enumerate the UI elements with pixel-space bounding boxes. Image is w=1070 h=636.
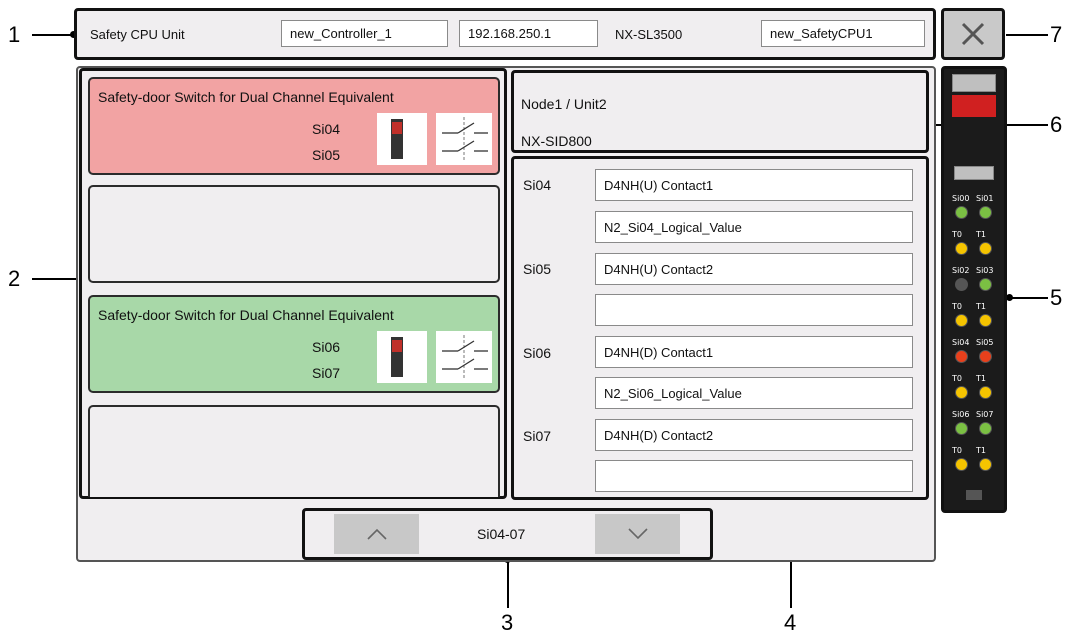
- status-led: [979, 206, 992, 219]
- status-led: [979, 350, 992, 363]
- page-up-button[interactable]: [334, 514, 419, 554]
- led-label: Si06: [952, 410, 970, 419]
- callout-1: 1: [8, 22, 21, 47]
- unit-model-label: NX-SID800: [521, 133, 592, 149]
- io-label-si06: Si06: [523, 345, 552, 361]
- ip-address-field[interactable]: 192.168.250.1: [459, 20, 598, 47]
- callout-3-line: [507, 560, 509, 608]
- cpu-model-label: NX-SL3500: [615, 27, 683, 42]
- device-card-si06-si07[interactable]: Safety-door Switch for Dual Channel Equi…: [88, 295, 500, 393]
- page-range-label: Si04-07: [477, 526, 526, 542]
- status-led: [955, 458, 968, 471]
- page-down-button[interactable]: [595, 514, 680, 554]
- callout-7-line: [1006, 34, 1048, 36]
- io-si06-device-field[interactable]: D4NH(D) Contact1: [595, 336, 913, 368]
- callout-7: 7: [1050, 22, 1063, 47]
- led-label: T1: [976, 374, 986, 383]
- led-label: Si02: [952, 266, 970, 275]
- device-card-title: Safety-door Switch for Dual Channel Equi…: [98, 89, 394, 105]
- status-led: [955, 314, 968, 327]
- io-si04-device-field[interactable]: D4NH(U) Contact1: [595, 169, 913, 201]
- io-si05-device-field[interactable]: D4NH(U) Contact2: [595, 253, 913, 285]
- led-label: T1: [976, 302, 986, 311]
- led-label: T1: [976, 230, 986, 239]
- status-led: [955, 386, 968, 399]
- callout-3: 3: [501, 610, 514, 635]
- safety-cpu-name-field[interactable]: new_SafetyCPU1: [761, 20, 925, 47]
- door-switch-image-icon: [377, 331, 427, 383]
- unit-error-indicator: [952, 95, 996, 117]
- io-label-si04: Si04: [523, 177, 552, 193]
- callout-5-line: [1010, 297, 1048, 299]
- device-card-si04-si05[interactable]: Safety-door Switch for Dual Channel Equi…: [88, 77, 500, 175]
- contact-diagram-icon: [436, 113, 492, 165]
- callout-4: 4: [784, 610, 797, 635]
- device-card-input-a: Si06: [312, 339, 341, 355]
- led-label: Si01: [976, 194, 994, 203]
- callout-1-line: [32, 34, 74, 36]
- led-label: Si05: [976, 338, 994, 347]
- led-label: T0: [952, 374, 962, 383]
- chevron-down-icon: [627, 528, 648, 540]
- node-unit-label: Node1 / Unit2: [521, 96, 607, 112]
- led-label: T0: [952, 446, 962, 455]
- led-label: Si03: [976, 266, 994, 275]
- io-label-si07: Si07: [523, 428, 552, 444]
- close-button[interactable]: [941, 8, 1005, 60]
- status-led: [955, 278, 968, 291]
- io-si04-variable-field[interactable]: N2_Si04_Logical_Value: [595, 211, 913, 243]
- contact-diagram-icon: [436, 331, 492, 383]
- status-led: [979, 422, 992, 435]
- door-switch-image-icon: [377, 113, 427, 165]
- controller-name-field[interactable]: new_Controller_1: [281, 20, 448, 47]
- io-si06-variable-field[interactable]: N2_Si06_Logical_Value: [595, 377, 913, 409]
- device-card-title: Safety-door Switch for Dual Channel Equi…: [98, 307, 394, 323]
- status-led: [979, 242, 992, 255]
- device-card-input-a: Si04: [312, 121, 341, 137]
- callout-2-line: [32, 278, 80, 280]
- close-icon: [961, 22, 985, 46]
- led-label: Si07: [976, 410, 994, 419]
- status-led: [979, 314, 992, 327]
- device-card-input-b: Si05: [312, 147, 341, 163]
- safety-cpu-label: Safety CPU Unit: [90, 27, 185, 42]
- led-label: T0: [952, 230, 962, 239]
- chevron-up-icon: [366, 528, 387, 540]
- led-label: Si00: [952, 194, 970, 203]
- callout-5: 5: [1050, 285, 1063, 310]
- unit-status-indicator: [954, 166, 994, 180]
- status-led: [979, 278, 992, 291]
- io-si05-variable-field[interactable]: [595, 294, 913, 326]
- callout-2: 2: [8, 266, 21, 291]
- led-label: T1: [976, 446, 986, 455]
- status-led: [979, 458, 992, 471]
- device-card-empty-1[interactable]: [88, 185, 500, 283]
- unit-led-grid: Si00 Si01 T0 T1 Si02 Si03 T0 T1 Si04 Si05 T0 T1 Si06…: [950, 194, 998, 484]
- io-si07-variable-field[interactable]: [595, 460, 913, 492]
- callout-5-dot: [1006, 294, 1013, 301]
- callout-6: 6: [1050, 112, 1063, 137]
- unit-bottom-connector: [966, 490, 982, 500]
- io-si07-device-field[interactable]: D4NH(D) Contact2: [595, 419, 913, 451]
- status-led: [955, 242, 968, 255]
- unit-top-indicator: [952, 74, 996, 92]
- io-label-si05: Si05: [523, 261, 552, 277]
- status-led: [955, 206, 968, 219]
- status-led: [955, 350, 968, 363]
- device-card-empty-2[interactable]: [88, 405, 500, 497]
- status-led: [955, 422, 968, 435]
- device-card-input-b: Si07: [312, 365, 341, 381]
- status-led: [979, 386, 992, 399]
- led-label: T0: [952, 302, 962, 311]
- led-label: Si04: [952, 338, 970, 347]
